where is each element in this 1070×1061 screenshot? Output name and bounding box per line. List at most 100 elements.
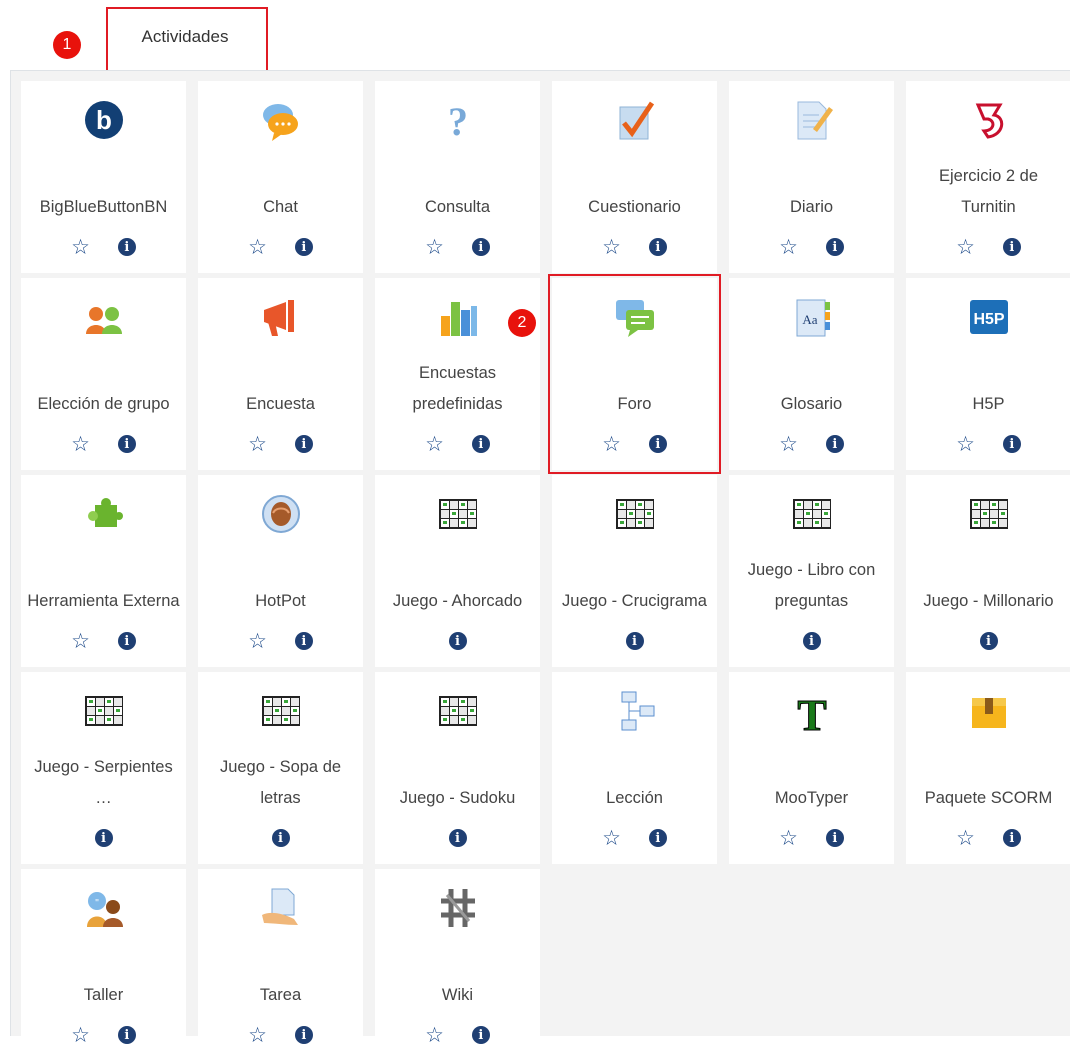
activity-tile[interactable]: ? Consulta ☆ i bbox=[375, 81, 540, 273]
info-icon[interactable]: i bbox=[648, 238, 667, 256]
star-icon[interactable]: ☆ bbox=[956, 828, 975, 849]
info-icon[interactable]: i bbox=[1002, 435, 1021, 453]
activity-tile[interactable]: Paquete SCORM ☆ i bbox=[906, 672, 1070, 864]
star-icon[interactable]: ☆ bbox=[248, 434, 267, 455]
info-icon[interactable]: i bbox=[448, 829, 467, 847]
info-icon[interactable]: i bbox=[825, 829, 844, 847]
star-icon[interactable]: ☆ bbox=[956, 237, 975, 258]
activity-tile[interactable]: T MooTyper ☆ i bbox=[729, 672, 894, 864]
star-icon[interactable]: ☆ bbox=[779, 828, 798, 849]
activity-tile[interactable]: Juego - Libro con preguntas i bbox=[729, 475, 894, 667]
info-icon[interactable]: i bbox=[825, 435, 844, 453]
star-icon[interactable]: ☆ bbox=[779, 434, 798, 455]
star-icon[interactable]: ☆ bbox=[779, 237, 798, 258]
info-icon[interactable]: i bbox=[802, 632, 821, 650]
info-icon[interactable]: i bbox=[471, 435, 490, 453]
info-icon[interactable]: i bbox=[294, 632, 313, 650]
activity-tile[interactable]: Herramienta Externa ☆ i bbox=[21, 475, 186, 667]
info-icon[interactable]: i bbox=[94, 829, 113, 847]
info-icon[interactable]: i bbox=[294, 435, 313, 453]
star-icon[interactable]: ☆ bbox=[425, 434, 444, 455]
lesson-flow-icon bbox=[552, 688, 717, 734]
activity-name: Juego - Crucigrama bbox=[562, 592, 707, 610]
info-icon[interactable]: i bbox=[117, 1026, 136, 1044]
tab-actividades[interactable]: Actividades bbox=[106, 7, 268, 73]
activity-name: Juego - Sudoku bbox=[399, 789, 516, 807]
activity-tile[interactable]: Elección de grupo ☆ i bbox=[21, 278, 186, 470]
info-icon[interactable]: i bbox=[979, 632, 998, 650]
activity-tile[interactable]: Ejercicio 2 de Turnitin ☆ i bbox=[906, 81, 1070, 273]
info-icon[interactable]: i bbox=[271, 829, 290, 847]
star-icon[interactable]: ☆ bbox=[425, 237, 444, 258]
info-icon[interactable]: i bbox=[648, 829, 667, 847]
activity-tile[interactable]: " Taller ☆ i bbox=[21, 869, 186, 1061]
activity-name: Consulta bbox=[424, 198, 491, 216]
activity-tile[interactable]: Juego - Crucigrama i bbox=[552, 475, 717, 667]
activity-tile[interactable]: Encuestas predefinidas ☆ i bbox=[375, 278, 540, 470]
star-icon[interactable]: ☆ bbox=[248, 631, 267, 652]
star-icon[interactable]: ☆ bbox=[425, 1025, 444, 1046]
info-icon[interactable]: i bbox=[117, 238, 136, 256]
activity-tile[interactable]: HotPot ☆ i bbox=[198, 475, 363, 667]
activity-name: Juego - Millonario bbox=[923, 592, 1054, 610]
tab-bar: 1 Actividades bbox=[0, 0, 1070, 73]
info-icon[interactable]: i bbox=[117, 435, 136, 453]
activity-actions: i bbox=[198, 826, 363, 850]
info-icon[interactable]: i bbox=[294, 238, 313, 256]
info-icon[interactable]: i bbox=[625, 632, 644, 650]
activity-tile[interactable]: Diario ☆ i bbox=[729, 81, 894, 273]
activity-tile[interactable]: Juego - Serpientes … i bbox=[21, 672, 186, 864]
activity-tile[interactable]: Encuesta ☆ i bbox=[198, 278, 363, 470]
star-icon[interactable]: ☆ bbox=[956, 434, 975, 455]
star-icon[interactable]: ☆ bbox=[71, 1025, 90, 1046]
glossary-book-icon: Aa bbox=[729, 294, 894, 340]
activity-tile[interactable]: Chat ☆ i bbox=[198, 81, 363, 273]
turnitin-icon bbox=[906, 97, 1070, 143]
activity-actions: i bbox=[21, 826, 186, 850]
activity-name: Herramienta Externa bbox=[27, 592, 180, 610]
svg-text:Aa: Aa bbox=[802, 312, 817, 327]
activity-tile[interactable]: Tarea ☆ i bbox=[198, 869, 363, 1061]
star-icon[interactable]: ☆ bbox=[248, 1025, 267, 1046]
activity-tile[interactable]: H5P H5P ☆ i bbox=[906, 278, 1070, 470]
info-icon[interactable]: i bbox=[471, 1026, 490, 1044]
star-icon[interactable]: ☆ bbox=[602, 237, 621, 258]
info-icon[interactable]: i bbox=[117, 632, 136, 650]
info-icon[interactable]: i bbox=[1002, 238, 1021, 256]
activity-tile[interactable]: Juego - Millonario i bbox=[906, 475, 1070, 667]
activity-tile[interactable]: Juego - Sopa de letras i bbox=[198, 672, 363, 864]
info-icon[interactable]: i bbox=[448, 632, 467, 650]
activity-tile[interactable]: Aa Glosario ☆ i bbox=[729, 278, 894, 470]
mootyper-t-icon: T bbox=[729, 688, 894, 735]
info-icon[interactable]: i bbox=[294, 1026, 313, 1044]
star-icon[interactable]: ☆ bbox=[602, 434, 621, 455]
activity-tile[interactable]: Wiki ☆ i bbox=[375, 869, 540, 1061]
activity-tile[interactable]: Cuestionario ☆ i bbox=[552, 81, 717, 273]
activity-name: Cuestionario bbox=[588, 198, 681, 216]
activity-tile[interactable]: Lección ☆ i bbox=[552, 672, 717, 864]
star-icon[interactable]: ☆ bbox=[71, 434, 90, 455]
star-icon[interactable]: ☆ bbox=[248, 237, 267, 258]
info-icon[interactable]: i bbox=[825, 238, 844, 256]
activity-actions: ☆ i bbox=[552, 235, 717, 259]
activity-actions: ☆ i bbox=[198, 432, 363, 456]
activity-name: Chat bbox=[263, 198, 298, 216]
activity-tile[interactable]: Juego - Sudoku i bbox=[375, 672, 540, 864]
star-icon[interactable]: ☆ bbox=[602, 828, 621, 849]
star-icon[interactable]: ☆ bbox=[71, 631, 90, 652]
activity-chooser-panel: b BigBlueButtonBN ☆ i Chat ☆ i? Consulta ☆ i Cuest… bbox=[10, 70, 1070, 1061]
activity-actions: i bbox=[906, 629, 1070, 653]
wiki-icon bbox=[375, 885, 540, 931]
info-icon[interactable]: i bbox=[648, 435, 667, 453]
activity-tile[interactable]: Juego - Ahorcado i bbox=[375, 475, 540, 667]
activity-name: Wiki bbox=[441, 986, 474, 1004]
step-badge-2: 2 bbox=[508, 309, 536, 337]
activity-tile[interactable]: Foro ☆ i bbox=[548, 274, 721, 474]
info-icon[interactable]: i bbox=[471, 238, 490, 256]
star-icon[interactable]: ☆ bbox=[71, 237, 90, 258]
activity-tile[interactable]: b BigBlueButtonBN ☆ i bbox=[21, 81, 186, 273]
activity-actions: ☆ i bbox=[375, 1023, 540, 1047]
activity-actions: ☆ i bbox=[198, 629, 363, 653]
game-board-icon bbox=[729, 491, 894, 537]
info-icon[interactable]: i bbox=[1002, 829, 1021, 847]
